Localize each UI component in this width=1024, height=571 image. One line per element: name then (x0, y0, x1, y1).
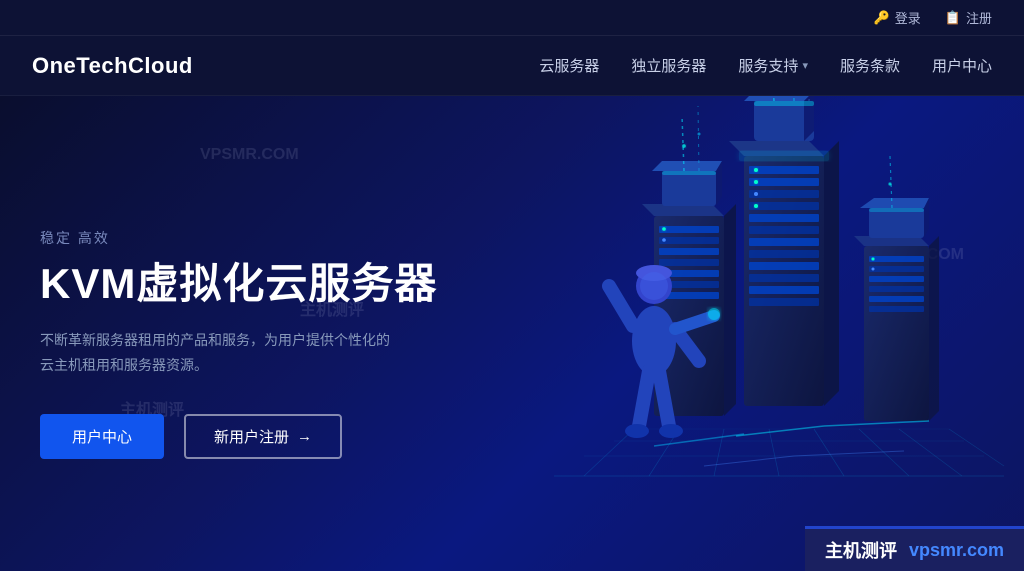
nav-user-center[interactable]: 用户中心 (932, 55, 992, 76)
arrow-icon: → (297, 428, 312, 445)
hero-title: KVM虚拟化云服务器 (40, 260, 437, 308)
hero-section: VPSMR.COM 主机测评 VPSMR.COM 主机测评 稳定 高效 KVM虚… (0, 96, 1024, 571)
nav-terms[interactable]: 服务条款 (840, 55, 900, 76)
badge-url: vpsmr.com (909, 540, 1004, 561)
login-label: 登录 (895, 8, 921, 27)
watermark-1: VPSMR.COM (200, 146, 299, 164)
hero-tag: 稳定 高效 (40, 228, 437, 248)
login-icon: 🔑 (874, 10, 890, 26)
navbar: OneTechCloud 云服务器 独立服务器 服务支持 ▾ 服务条款 用户中心 (0, 36, 1024, 96)
hero-buttons: 用户中心 新用户注册 → (40, 414, 437, 459)
hero-description: 不断革新服务器租用的产品和服务，为用户提供个性化的云主机租用和服务器资源。 (40, 328, 400, 378)
nav-support[interactable]: 服务支持 ▾ (738, 55, 808, 76)
top-bar: 🔑 登录 📋 注册 (0, 0, 1024, 36)
server-illustration (444, 96, 1024, 571)
site-logo[interactable]: OneTechCloud (32, 53, 193, 79)
user-center-button[interactable]: 用户中心 (40, 414, 164, 459)
footer-badge: 主机测评 vpsmr.com (805, 526, 1024, 571)
nav-dedicated-server[interactable]: 独立服务器 (631, 55, 706, 76)
register-button[interactable]: 📋 注册 (945, 8, 992, 27)
nav-links: 云服务器 独立服务器 服务支持 ▾ 服务条款 用户中心 (539, 55, 992, 76)
chevron-down-icon: ▾ (802, 59, 808, 72)
register-icon: 📋 (945, 10, 961, 26)
badge-title: 主机测评 (825, 537, 897, 563)
register-label: 注册 (966, 8, 992, 27)
nav-cloud-server[interactable]: 云服务器 (539, 55, 599, 76)
register-new-user-button[interactable]: 新用户注册 → (184, 414, 342, 459)
login-button[interactable]: 🔑 登录 (874, 8, 921, 27)
server-svg (504, 96, 1024, 526)
hero-content: 稳定 高效 KVM虚拟化云服务器 不断革新服务器租用的产品和服务，为用户提供个性… (0, 208, 437, 460)
